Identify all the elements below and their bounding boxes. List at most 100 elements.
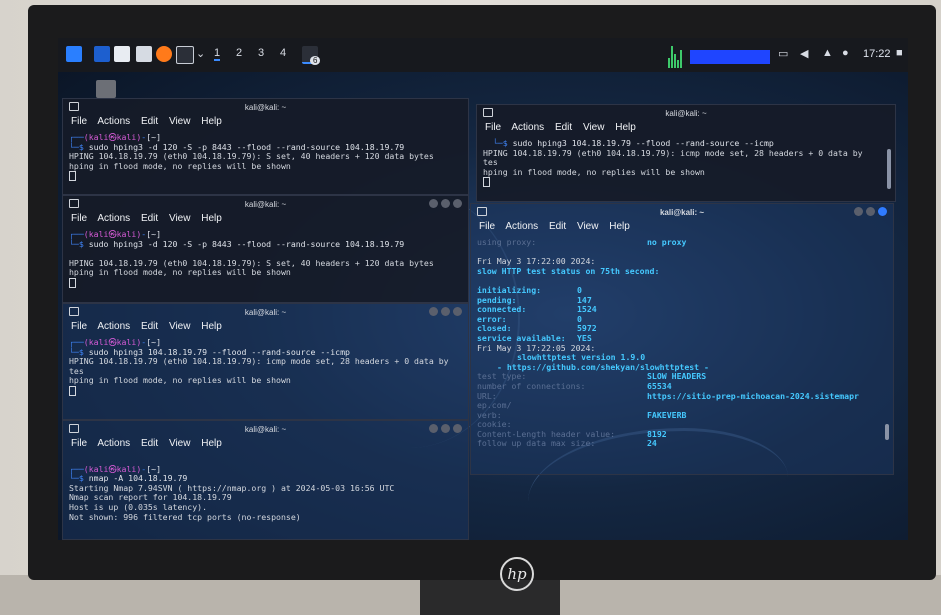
maximize-button[interactable] [441, 307, 450, 316]
notification-bell-icon[interactable]: ▲ [822, 47, 833, 59]
menu-file[interactable]: File [71, 213, 87, 224]
desktop-shortcut-icon[interactable] [96, 80, 116, 98]
power-icon[interactable]: ● [842, 47, 849, 59]
menu-file[interactable]: File [485, 122, 501, 133]
menu-actions[interactable]: Actions [97, 116, 130, 127]
firefox-icon[interactable] [156, 46, 172, 62]
menu-actions[interactable]: Actions [511, 122, 544, 133]
minimize-button[interactable] [429, 307, 438, 316]
menu-bar: File Actions Edit View Help [63, 116, 468, 131]
title-bar: kali@kali: ~ [63, 421, 468, 438]
prompt-dir: [~] [146, 132, 162, 142]
menu-edit[interactable]: Edit [549, 221, 566, 232]
minimize-button[interactable] [429, 424, 438, 433]
command-line: sudo hping3 104.18.19.79 --flood --rand-… [512, 138, 774, 148]
prompt-user: (kali㉿kali) [83, 337, 142, 347]
clock[interactable]: 17:22 [863, 48, 891, 60]
menu-file[interactable]: File [71, 116, 87, 127]
terminal-window-5[interactable]: kali@kali: ~ File Actions Edit View Help… [476, 104, 896, 202]
menu-actions[interactable]: Actions [505, 221, 538, 232]
kali-menu-icon[interactable] [66, 46, 82, 62]
output-line: hping in flood mode, no replies will be … [69, 160, 291, 171]
output-line: Nmap scan report for 104.18.19.79 [69, 492, 232, 503]
menu-edit[interactable]: Edit [141, 116, 158, 127]
terminal-output[interactable]: ┌──(kali㉿kali)-[~] └─$ sudo hping3 104.1… [63, 336, 468, 398]
menu-view[interactable]: View [169, 116, 191, 127]
minimize-button[interactable] [854, 207, 863, 216]
scrollbar[interactable] [885, 424, 889, 440]
file-manager-icon[interactable] [114, 46, 130, 62]
chevron-down-icon[interactable]: ⌄ [196, 47, 205, 60]
menu-actions[interactable]: Actions [97, 213, 130, 224]
window-controls [426, 199, 462, 210]
output-line: hping in flood mode, no replies will be … [69, 375, 291, 386]
menu-edit[interactable]: Edit [555, 122, 572, 133]
menu-edit[interactable]: Edit [141, 321, 158, 332]
minimize-button[interactable] [429, 199, 438, 208]
taskbar: ⌄ 1 2 3 4 6 ▭ ◀ ▲ ● 17:22 ■ [58, 38, 908, 72]
workspace-4[interactable]: 4 [280, 47, 286, 59]
menu-view[interactable]: View [169, 438, 191, 449]
menu-file[interactable]: File [479, 221, 495, 232]
close-button[interactable] [453, 199, 462, 208]
prompt-user: (kali㉿kali) [83, 463, 142, 474]
maximize-button[interactable] [866, 207, 875, 216]
text-editor-icon[interactable] [136, 46, 152, 62]
terminal-window-3[interactable]: kali@kali: ~ File Actions Edit View Help… [62, 303, 469, 420]
show-desktop-icon[interactable] [94, 46, 110, 62]
maximize-button[interactable] [441, 199, 450, 208]
workspace-1[interactable]: 1 [214, 47, 221, 61]
terminal-output[interactable]: ┌──(kali㉿kali)-[~] └─$ sudo hping3 -d 12… [63, 131, 468, 183]
close-button[interactable] [878, 207, 887, 216]
screen: ⌄ 1 2 3 4 6 ▭ ◀ ▲ ● 17:22 ■ kali@kali: ~… [58, 38, 908, 540]
menu-help[interactable]: Help [609, 221, 630, 232]
menu-edit[interactable]: Edit [141, 438, 158, 449]
menu-edit[interactable]: Edit [141, 213, 158, 224]
status-heading: slow HTTP test status on 75th second: [477, 265, 660, 276]
close-button[interactable] [453, 424, 462, 433]
window-controls [851, 207, 887, 218]
window-title: kali@kali: ~ [244, 200, 287, 209]
menu-actions[interactable]: Actions [97, 321, 130, 332]
window-count-badge: 6 [310, 56, 321, 65]
terminal-output[interactable]: ┌──(kali㉿kali)-[~] └─$ sudo hping3 -d 12… [63, 228, 468, 290]
terminal-window-4[interactable]: kali@kali: ~ File Actions Edit View Help… [62, 420, 469, 540]
output-line: Not shown: 996 filtered tcp ports (no-re… [69, 511, 301, 522]
output-line: Host is up (0.035s latency). [69, 501, 208, 512]
output-line: Starting Nmap 7.94SVN ( https://nmap.org… [69, 482, 395, 493]
menu-help[interactable]: Help [201, 213, 222, 224]
cpu-graph-icon [668, 44, 682, 68]
title-bar: kali@kali: ~ [471, 204, 893, 221]
volume-icon[interactable]: ◀ [800, 47, 808, 60]
menu-help[interactable]: Help [201, 116, 222, 127]
scrollbar[interactable] [887, 149, 891, 189]
terminal-output[interactable]: ┌──(kali㉿kali)-[~] └─$ nmap -A 104.18.19… [63, 453, 468, 524]
terminal-window-1[interactable]: kali@kali: ~ File Actions Edit View Help… [62, 98, 469, 195]
maximize-button[interactable] [441, 424, 450, 433]
menu-view[interactable]: View [583, 122, 605, 133]
terminal-output[interactable]: └─$ sudo hping3 104.18.19.79 --flood --r… [477, 137, 895, 189]
lock-icon[interactable]: ■ [896, 47, 903, 59]
menu-file[interactable]: File [71, 438, 87, 449]
terminal-output[interactable]: using proxy: no proxy Fri May 3 17:22:00 … [471, 236, 893, 451]
menu-help[interactable]: Help [615, 122, 636, 133]
window-title: kali@kali: ~ [244, 103, 287, 112]
terminal-window-2[interactable]: kali@kali: ~ File Actions Edit View Help… [62, 195, 469, 303]
terminal-icon[interactable] [176, 46, 194, 64]
close-button[interactable] [453, 307, 462, 316]
menu-view[interactable]: View [169, 213, 191, 224]
window-title: kali@kali: ~ [659, 208, 705, 217]
menu-help[interactable]: Help [201, 438, 222, 449]
menu-file[interactable]: File [71, 321, 87, 332]
menu-actions[interactable]: Actions [97, 438, 130, 449]
menu-view[interactable]: View [577, 221, 599, 232]
menu-help[interactable]: Help [201, 321, 222, 332]
menu-view[interactable]: View [169, 321, 191, 332]
workspace-3[interactable]: 3 [258, 47, 264, 59]
window-controls [426, 307, 462, 318]
window-icon[interactable]: ▭ [778, 47, 788, 60]
title-bar: kali@kali: ~ [63, 196, 468, 213]
menu-bar: File Actions Edit View Help [63, 438, 468, 453]
terminal-window-6[interactable]: kali@kali: ~ File Actions Edit View Help… [470, 203, 894, 475]
workspace-2[interactable]: 2 [236, 47, 242, 59]
